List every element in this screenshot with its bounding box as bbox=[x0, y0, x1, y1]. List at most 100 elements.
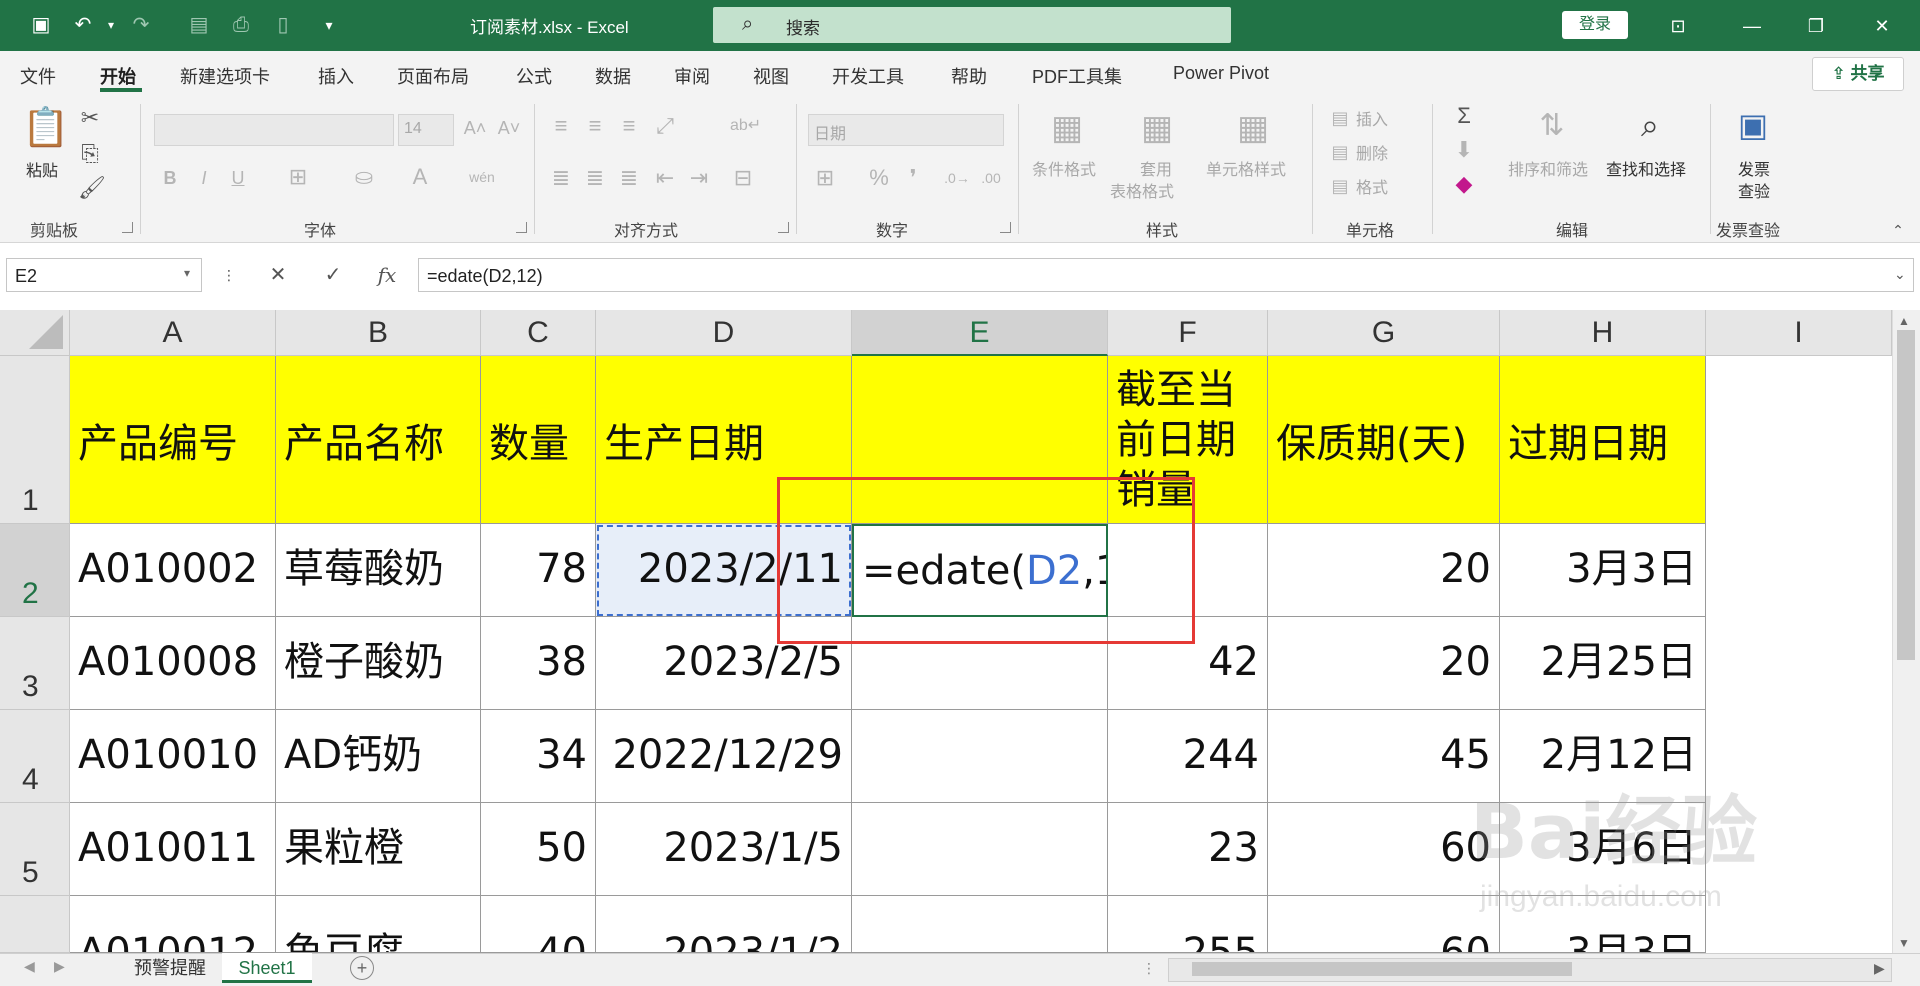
tab-review[interactable]: 审阅 bbox=[674, 63, 710, 89]
cell-c6[interactable]: 40 bbox=[481, 896, 596, 953]
column-header-c[interactable]: C bbox=[481, 310, 596, 356]
invoice-label-1[interactable]: 发票 bbox=[1738, 156, 1770, 180]
cell-f2[interactable] bbox=[1108, 524, 1268, 617]
currency-icon[interactable]: ⊞ bbox=[810, 166, 840, 190]
cell-c1[interactable]: 数量 bbox=[481, 356, 596, 524]
row-header-2[interactable]: 2 bbox=[0, 524, 70, 617]
invoice-check-icon[interactable]: ▣ bbox=[1730, 104, 1776, 146]
column-header-a[interactable]: A bbox=[70, 310, 276, 356]
name-box[interactable]: E2 bbox=[6, 258, 202, 292]
cell-h6[interactable]: 3月3日 bbox=[1500, 896, 1706, 953]
comma-icon[interactable]: ❜ bbox=[898, 166, 928, 190]
orientation-icon[interactable]: ⤢ bbox=[652, 114, 678, 138]
paste-label[interactable]: 粘贴 bbox=[26, 157, 58, 181]
cell-h4[interactable]: 2月12日 bbox=[1500, 710, 1706, 803]
font-color-icon[interactable]: A bbox=[406, 165, 434, 189]
cell-f6[interactable]: 255 bbox=[1108, 896, 1268, 953]
cell-c4[interactable]: 34 bbox=[481, 710, 596, 803]
column-header-g[interactable]: G bbox=[1268, 310, 1500, 356]
customize-qat-icon[interactable]: ▾ bbox=[316, 12, 342, 38]
increase-decimal-icon[interactable]: .0→ bbox=[942, 166, 972, 190]
cell-c5[interactable]: 50 bbox=[481, 803, 596, 896]
decrease-indent-icon[interactable]: ⇤ bbox=[652, 166, 678, 190]
cell-a3[interactable]: A010008 bbox=[70, 617, 276, 710]
merge-center-icon[interactable]: ⊟ bbox=[730, 166, 756, 190]
cell-f5[interactable]: 23 bbox=[1108, 803, 1268, 896]
cell-b3[interactable]: 橙子酸奶 bbox=[276, 617, 481, 710]
cell-b6[interactable]: 鱼豆腐 bbox=[276, 896, 481, 953]
cell-d1[interactable]: 生产日期 bbox=[596, 356, 852, 524]
autosum-icon[interactable]: Σ bbox=[1450, 104, 1478, 128]
vertical-scroll-thumb[interactable] bbox=[1897, 330, 1915, 660]
minimize-icon[interactable]: — bbox=[1738, 12, 1766, 40]
delete-cells-label[interactable]: 删除 bbox=[1356, 140, 1388, 164]
tab-file[interactable]: 文件 bbox=[20, 63, 56, 89]
row-header-1[interactable]: 1 bbox=[0, 356, 70, 524]
save-icon[interactable]: ▣ bbox=[28, 12, 54, 38]
cell-f1[interactable]: 截至当前日期销量 bbox=[1108, 356, 1268, 524]
cell-d2[interactable]: 2023/2/11 bbox=[596, 524, 852, 617]
cell-e4[interactable] bbox=[852, 710, 1108, 803]
restore-icon[interactable]: ❐ bbox=[1802, 12, 1830, 40]
underline-icon[interactable]: U bbox=[226, 166, 250, 190]
cell-f3[interactable]: 42 bbox=[1108, 617, 1268, 710]
clipboard-launcher-icon[interactable] bbox=[122, 222, 133, 233]
cell-e5[interactable] bbox=[852, 803, 1108, 896]
column-header-h[interactable]: H bbox=[1500, 310, 1706, 356]
scroll-down-icon[interactable]: ▼ bbox=[1898, 936, 1910, 950]
table-format-label-2[interactable]: 表格格式 bbox=[1110, 178, 1174, 202]
cell-b2[interactable]: 草莓酸奶 bbox=[276, 524, 481, 617]
cell-a1[interactable]: 产品编号 bbox=[70, 356, 276, 524]
conditional-format-label[interactable]: 条件格式 bbox=[1032, 156, 1096, 180]
column-header-f[interactable]: F bbox=[1108, 310, 1268, 356]
cell-e6[interactable] bbox=[852, 896, 1108, 953]
align-left-icon[interactable]: ≣ bbox=[548, 166, 574, 190]
cell-a5[interactable]: A010011 bbox=[70, 803, 276, 896]
cell-g5[interactable]: 60 bbox=[1268, 803, 1500, 896]
font-launcher-icon[interactable] bbox=[516, 222, 527, 233]
tab-new[interactable]: 新建选项卡 bbox=[180, 63, 270, 89]
ribbon-display-icon[interactable]: ⊡ bbox=[1664, 12, 1692, 40]
grow-font-icon[interactable]: A˄ bbox=[460, 116, 490, 140]
align-right-icon[interactable]: ≣ bbox=[616, 166, 642, 190]
insert-cells-label[interactable]: 插入 bbox=[1356, 106, 1388, 130]
format-painter-icon[interactable]: 🖌 bbox=[78, 176, 106, 200]
cell-h3[interactable]: 2月25日 bbox=[1500, 617, 1706, 710]
document-icon[interactable]: ▯ bbox=[270, 12, 296, 38]
cell-d5[interactable]: 2023/1/5 bbox=[596, 803, 852, 896]
cell-g1[interactable]: 保质期(天) bbox=[1268, 356, 1500, 524]
cell-b1[interactable]: 产品名称 bbox=[276, 356, 481, 524]
share-button[interactable]: ⇪ 共享 bbox=[1812, 57, 1904, 91]
next-sheet-icon[interactable]: ▶ bbox=[54, 958, 65, 975]
percent-icon[interactable]: % bbox=[864, 166, 894, 190]
cell-d3[interactable]: 2023/2/5 bbox=[596, 617, 852, 710]
form-icon[interactable]: ▤ bbox=[186, 12, 212, 38]
cell-d4[interactable]: 2022/12/29 bbox=[596, 710, 852, 803]
cell-b5[interactable]: 果粒橙 bbox=[276, 803, 481, 896]
wrap-text-icon[interactable]: ab↵ bbox=[730, 114, 761, 138]
table-format-icon[interactable]: ▦ bbox=[1132, 108, 1182, 148]
horizontal-scroll-thumb[interactable] bbox=[1192, 962, 1572, 976]
cancel-icon[interactable]: ✕ bbox=[265, 262, 291, 288]
paste-icon[interactable]: 📋 bbox=[22, 106, 69, 150]
cell-h2[interactable]: 3月3日 bbox=[1500, 524, 1706, 617]
select-all-corner[interactable] bbox=[0, 310, 70, 356]
row-header-4[interactable]: 4 bbox=[0, 710, 70, 803]
row-header-5[interactable]: 5 bbox=[0, 803, 70, 896]
increase-indent-icon[interactable]: ⇥ bbox=[686, 166, 712, 190]
redo-icon[interactable]: ↷ bbox=[128, 12, 154, 38]
cell-e2-editing[interactable]: =edate(D2,12)​ bbox=[852, 524, 1108, 617]
row-header-3[interactable]: 3 bbox=[0, 617, 70, 710]
alignment-launcher-icon[interactable] bbox=[778, 222, 789, 233]
tab-home[interactable]: 开始 bbox=[100, 63, 136, 89]
cell-a6[interactable]: A010012 bbox=[70, 896, 276, 953]
close-icon[interactable]: ✕ bbox=[1868, 12, 1896, 40]
bold-icon[interactable]: B bbox=[158, 166, 182, 190]
phonetic-icon[interactable]: wén bbox=[468, 165, 496, 189]
table-format-label-1[interactable]: 套用 bbox=[1140, 156, 1172, 180]
cell-g2[interactable]: 20 bbox=[1268, 524, 1500, 617]
find-select-icon[interactable]: ⌕ bbox=[1628, 104, 1672, 146]
cell-c2[interactable]: 78 bbox=[481, 524, 596, 617]
tab-formulas[interactable]: 公式 bbox=[516, 63, 552, 89]
column-header-b[interactable]: B bbox=[276, 310, 481, 356]
